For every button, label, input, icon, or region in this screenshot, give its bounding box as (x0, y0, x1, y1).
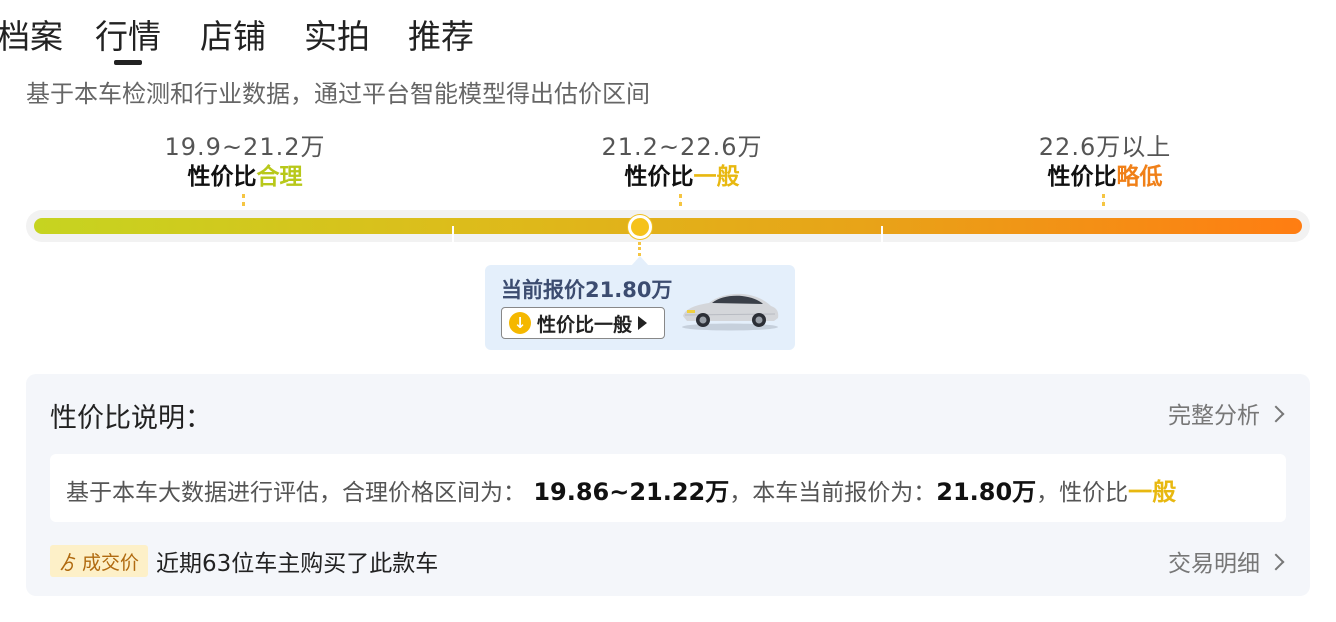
marker-dots (638, 242, 641, 256)
current-price-value: 21.80万 (936, 478, 1037, 506)
deal-price-badge: ゟ成交价 (50, 545, 148, 577)
recent-buyers-text: 近期63位车主购买了此款车 (156, 551, 439, 577)
valuation-subtitle: 基于本车检测和行业数据，通过平台智能模型得出估价区间 (26, 80, 650, 108)
evaluation-text: 基于本车大数据进行评估，合理价格区间为： 19.86~21.22万，本车当前报价… (66, 478, 1177, 506)
tab-bar: 档案 行情 店铺 实拍 推荐 (0, 0, 1336, 70)
range-low-level: 性价比略低 (1047, 164, 1163, 190)
range-low-value: 22.6万以上 (1038, 133, 1172, 161)
price-range-track (26, 210, 1310, 242)
chevron-right-icon (1267, 553, 1285, 571)
range-fair: 19.9~21.2万 性价比合理 (115, 132, 375, 206)
bar-separator (452, 226, 454, 242)
range-low-dots (1102, 194, 1108, 206)
tab-market[interactable]: 行情 (95, 15, 161, 59)
range-low: 22.6万以上 性价比略低 (975, 132, 1235, 206)
range-normal-dots (679, 194, 685, 206)
tab-recommend[interactable]: 推荐 (408, 15, 474, 59)
current-price-text: 当前报价21.80万 (501, 278, 673, 302)
range-normal-level: 性价比一般 (624, 164, 740, 190)
deal-icon: ゟ (58, 551, 78, 574)
range-fair-level: 性价比合理 (187, 164, 303, 190)
value-rating-chip[interactable]: ↓ 性价比一般 (501, 307, 665, 339)
fair-range-value: 19.86~21.22万 (533, 478, 730, 506)
value-explanation-panel: 性价比说明： 完整分析 基于本车大数据进行评估，合理价格区间为： 19.86~2… (26, 374, 1310, 596)
current-price-marker (628, 215, 652, 239)
play-arrow-icon (638, 316, 648, 330)
range-normal: 21.2~22.6万 性价比一般 (552, 132, 812, 206)
range-fair-value: 19.9~21.2万 (164, 133, 326, 161)
tab-archive[interactable]: 档案 (0, 15, 63, 59)
transaction-detail-link[interactable]: 交易明细 (1168, 544, 1285, 578)
chevron-right-icon (1267, 405, 1285, 423)
range-normal-value: 21.2~22.6万 (601, 133, 763, 161)
active-tab-indicator (114, 60, 142, 65)
panel-title: 性价比说明： (50, 403, 212, 434)
value-rating-label: 性价比一般 (537, 313, 633, 336)
car-image (682, 293, 779, 331)
verdict-value: 一般 (1128, 478, 1177, 506)
current-price-popup: 当前报价21.80万 ↓ 性价比一般 (485, 265, 795, 350)
evaluation-description: 基于本车大数据进行评估，合理价格区间为： 19.86~21.22万，本车当前报价… (50, 454, 1286, 522)
arrow-down-icon: ↓ (509, 312, 531, 334)
full-analysis-link[interactable]: 完整分析 (1168, 396, 1285, 430)
range-fair-dots (242, 194, 248, 206)
tab-photos[interactable]: 实拍 (304, 15, 370, 59)
tab-store[interactable]: 店铺 (200, 15, 266, 59)
price-range-bar (34, 218, 1302, 242)
bar-separator (881, 226, 883, 242)
